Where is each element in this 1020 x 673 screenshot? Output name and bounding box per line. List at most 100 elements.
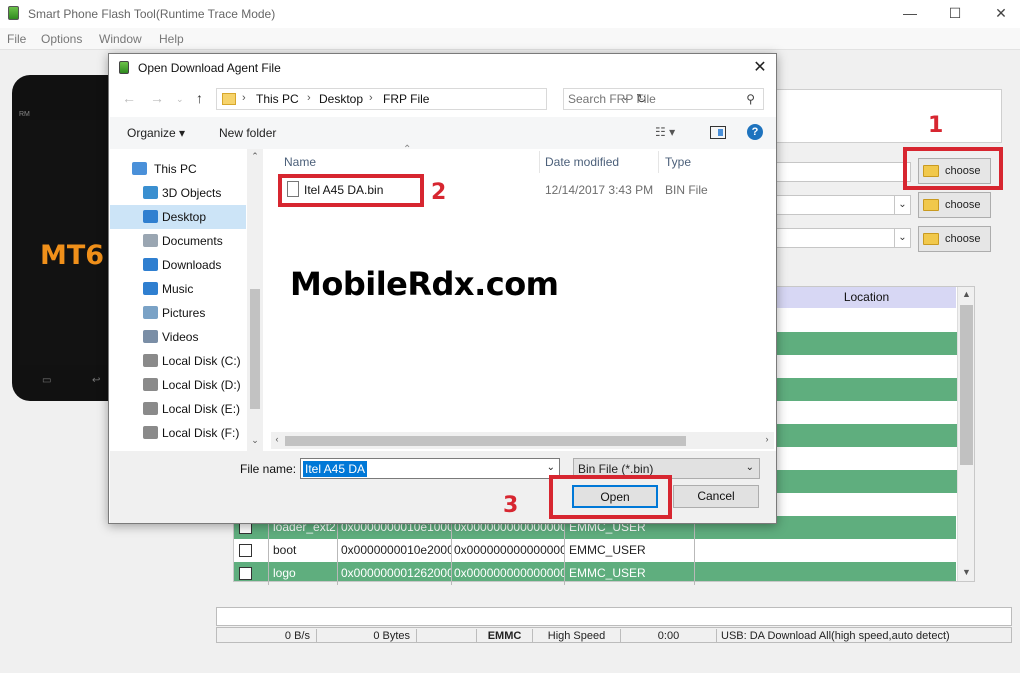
scroll-up-icon[interactable]: ▲ (958, 289, 975, 299)
navigation-pane: This PC 3D Objects Desktop Documents Dow… (110, 149, 263, 451)
begin-address: 0x0000000010e20000 (338, 539, 452, 562)
search-box[interactable]: ⚲ (563, 88, 764, 110)
breadcrumb-desktop[interactable]: Desktop (319, 92, 363, 106)
nav-item-music[interactable]: Music (110, 277, 246, 301)
nav-item-documents[interactable]: Documents (110, 229, 246, 253)
scroll-left-icon[interactable]: ‹ (271, 434, 283, 444)
phone-menu-key-icon: ▭ (42, 375, 52, 386)
folder-icon (923, 199, 939, 211)
nav-item-desktop[interactable]: Desktop (110, 205, 246, 229)
column-header-type[interactable]: Type (665, 155, 691, 169)
new-folder-button[interactable]: New folder (219, 126, 276, 140)
nav-item-3d-objects[interactable]: 3D Objects (110, 181, 246, 205)
choose-auth-button[interactable]: choose (918, 226, 991, 252)
menu-options[interactable]: Options (41, 32, 82, 46)
organize-button[interactable]: Organize ▾ (127, 126, 185, 140)
cancel-button[interactable]: Cancel (673, 485, 759, 508)
nav-item-disk-d[interactable]: Local Disk (D:) (110, 373, 246, 397)
view-options-icon[interactable]: ☷ ▾ (655, 125, 675, 139)
nav-item-downloads[interactable]: Downloads (110, 253, 246, 277)
nav-item-label: Documents (162, 234, 223, 248)
location-column-header[interactable]: Location (776, 287, 956, 308)
end-address: 0x0000000000000000 (452, 562, 565, 585)
file-type: BIN File (665, 183, 708, 197)
nav-item-label: Pictures (162, 306, 206, 320)
disk-icon (143, 426, 158, 439)
nav-scrollbar[interactable]: ⌃ ⌄ (247, 149, 263, 451)
column-header-name[interactable]: Name (284, 155, 316, 169)
disk-icon (143, 354, 158, 367)
menu-window[interactable]: Window (99, 32, 142, 46)
cube-icon (143, 186, 158, 199)
disk-icon (143, 378, 158, 391)
table-row[interactable]: logo 0x0000000012620000 0x00000000000000… (234, 562, 956, 585)
menu-help[interactable]: Help (159, 32, 184, 46)
nav-item-label: 3D Objects (162, 186, 222, 200)
table-row[interactable]: boot 0x0000000010e20000 0x00000000000000… (234, 539, 956, 562)
status-speed: 0 B/s (217, 629, 317, 643)
scroll-down-icon[interactable]: ▼ (958, 567, 975, 577)
file-name-value: Itel A45 DA (303, 461, 368, 477)
file-name-label: File name: (240, 462, 297, 476)
chevron-right-icon: › (242, 92, 246, 104)
nav-item-this-pc[interactable]: This PC (110, 157, 246, 181)
maximize-button[interactable]: ☐ (945, 3, 965, 23)
scroll-thumb[interactable] (960, 305, 973, 465)
folder-icon (923, 233, 939, 245)
column-header-date[interactable]: Date modified (545, 155, 619, 169)
phone-brand-label: RM (19, 111, 30, 118)
choose-scatter-button[interactable]: choose (918, 192, 991, 218)
scatter-file-field[interactable]: ⌄ (776, 195, 911, 215)
dialog-close-button[interactable]: ✕ (749, 57, 771, 79)
scatter-panel (776, 89, 1002, 143)
status-time: 0:00 (621, 629, 717, 643)
auth-file-field[interactable]: ⌄ (776, 228, 911, 248)
scroll-down-icon[interactable]: ⌄ (247, 435, 263, 446)
nav-item-label: This PC (154, 162, 197, 176)
watermark-text: MobileRdx.com (290, 265, 559, 303)
video-icon (143, 330, 158, 343)
download-icon (143, 258, 158, 271)
chevron-down-icon[interactable]: ⌄ (894, 229, 910, 247)
chevron-down-icon[interactable]: ⌄ (547, 462, 555, 473)
up-arrow-icon[interactable]: ↑ (196, 90, 203, 106)
search-icon: ⚲ (746, 92, 755, 106)
help-icon[interactable]: ? (747, 124, 763, 140)
nav-item-disk-e[interactable]: Local Disk (E:) (110, 397, 246, 421)
nav-item-disk-c[interactable]: Local Disk (C:) (110, 349, 246, 373)
music-icon (143, 282, 158, 295)
horizontal-scrollbar[interactable]: ‹ › (271, 432, 774, 449)
nav-item-pictures[interactable]: Pictures (110, 301, 246, 325)
file-name-input[interactable]: Itel A45 DA ⌄ (300, 458, 560, 479)
scroll-thumb[interactable] (250, 289, 260, 409)
partition-name: logo (269, 562, 338, 585)
dialog-bottom-panel: File name: Itel A45 DA ⌄ Bin File (*.bin… (110, 451, 776, 523)
breadcrumb-frp-file[interactable]: FRP File (383, 92, 429, 106)
choose-label: choose (945, 199, 981, 211)
file-date: 12/14/2017 3:43 PM (545, 183, 654, 197)
minimize-button[interactable]: — (900, 3, 920, 23)
menu-file[interactable]: File (7, 32, 26, 46)
download-agent-field[interactable] (776, 162, 911, 182)
scroll-up-icon[interactable]: ⌃ (247, 151, 263, 162)
address-bar[interactable]: › This PC › Desktop › FRP File ⌄ ↻ (216, 88, 647, 110)
nav-item-label: Videos (162, 330, 199, 344)
nav-item-videos[interactable]: Videos (110, 325, 246, 349)
scroll-thumb[interactable] (285, 436, 686, 446)
chevron-down-icon[interactable]: ⌄ (746, 462, 754, 473)
breadcrumb-this-pc[interactable]: This PC (256, 92, 299, 106)
recent-chevron-icon[interactable]: ⌄ (176, 94, 184, 105)
forward-arrow-icon[interactable]: → (150, 90, 164, 106)
choose-label: choose (945, 233, 981, 245)
back-arrow-icon[interactable]: ← (122, 90, 136, 106)
nav-item-disk-f[interactable]: Local Disk (F:) (110, 421, 246, 445)
chevron-down-icon[interactable]: ⌄ (894, 196, 910, 214)
preview-pane-icon[interactable] (710, 126, 726, 139)
pictures-icon (143, 306, 158, 319)
search-input[interactable] (568, 91, 738, 107)
table-scrollbar[interactable]: ▲ ▼ (957, 287, 974, 581)
close-window-button[interactable]: ✕ (991, 3, 1011, 23)
nav-item-label: Local Disk (D:) (162, 378, 241, 392)
scroll-right-icon[interactable]: › (761, 434, 773, 444)
computer-icon (132, 162, 147, 175)
